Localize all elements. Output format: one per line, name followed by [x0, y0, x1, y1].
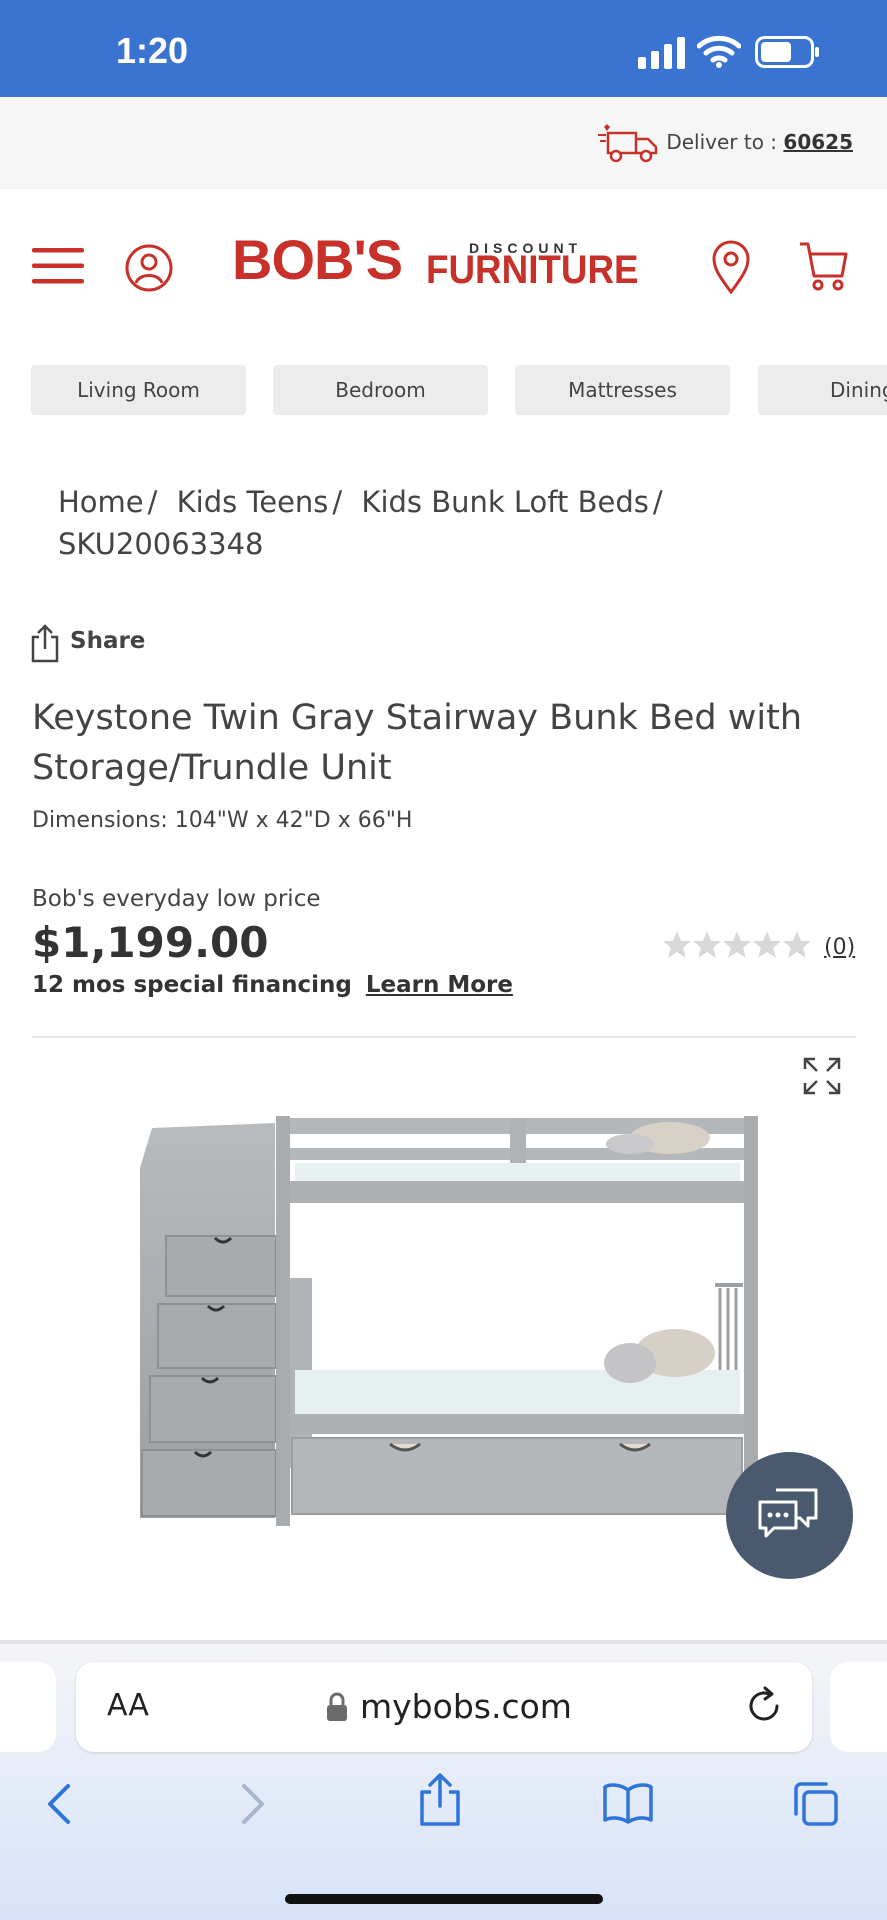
next-tab-pill[interactable]	[830, 1662, 887, 1752]
breadcrumb: Home / Kids Teens / Kids Bunk Loft Beds / S…	[58, 481, 818, 565]
url-text[interactable]: mybobs.com	[360, 1687, 572, 1726]
logo-bobs: BOB'S	[232, 228, 403, 291]
breadcrumb-separator: /	[147, 485, 158, 519]
learn-more-link[interactable]: Learn More	[366, 972, 513, 998]
category-dining[interactable]: Dining	[758, 365, 887, 415]
signal-icon	[638, 37, 685, 69]
breadcrumb-separator: /	[332, 485, 343, 519]
back-icon[interactable]	[44, 1782, 72, 1826]
forward-icon[interactable]	[240, 1782, 268, 1826]
product-price: $1,199.00	[32, 918, 269, 967]
product-dimensions: Dimensions: 104"W x 42"D x 66"H	[32, 808, 413, 833]
financing-info: 12 mos special financing Learn More	[32, 972, 513, 998]
share-sheet-icon[interactable]	[418, 1772, 462, 1828]
delivery-zip[interactable]: 60625	[783, 130, 853, 154]
product-title: Keystone Twin Gray Stairway Bunk Bed wit…	[32, 698, 803, 788]
share-button[interactable]: Share	[70, 628, 145, 654]
chat-button[interactable]	[726, 1452, 853, 1579]
divider	[32, 1036, 856, 1038]
wifi-icon	[697, 35, 741, 68]
category-bedroom[interactable]: Bedroom	[273, 365, 488, 415]
product-image[interactable]	[130, 1108, 770, 1528]
reload-icon[interactable]	[747, 1686, 783, 1724]
breadcrumb-kids-bunk-loft-beds[interactable]: Kids Bunk Loft Beds	[361, 485, 648, 519]
star-rating-icon	[663, 931, 811, 958]
tabs-icon[interactable]	[792, 1780, 840, 1828]
bookmarks-icon[interactable]	[602, 1782, 654, 1824]
breadcrumb-home[interactable]: Home	[58, 485, 144, 519]
breadcrumb-kids-teens[interactable]: Kids Teens	[177, 485, 329, 519]
price-label: Bob's everyday low price	[32, 886, 321, 912]
category-mattresses[interactable]: Mattresses	[515, 365, 730, 415]
rating-stars[interactable]	[662, 930, 812, 968]
delivery-label: Deliver to :	[666, 130, 778, 154]
status-bar: 1:20	[0, 0, 887, 97]
lock-icon	[327, 1692, 347, 1721]
home-indicator[interactable]	[285, 1894, 603, 1904]
breadcrumb-sku: SKU20063348	[58, 527, 264, 561]
account-icon[interactable]	[124, 243, 174, 293]
share-icon[interactable]	[30, 623, 60, 663]
category-living-room[interactable]: Living Room	[31, 365, 246, 415]
previous-tab-pill[interactable]	[0, 1662, 56, 1752]
delivery-bar: Deliver to : 60625	[0, 97, 887, 189]
store-location-icon[interactable]	[711, 240, 751, 294]
delivery-text[interactable]: Deliver to : 60625	[666, 130, 853, 154]
menu-icon[interactable]	[32, 248, 84, 284]
logo-furniture: FURNITURE	[426, 248, 639, 292]
chat-icon	[758, 1488, 818, 1538]
status-time: 1:20	[116, 30, 189, 71]
breadcrumb-separator: /	[652, 485, 663, 519]
text-size-button[interactable]: AA	[107, 1688, 149, 1723]
financing-text: 12 mos special financing	[32, 972, 352, 998]
review-count[interactable]: (0)	[824, 935, 855, 960]
delivery-truck-icon	[598, 124, 658, 163]
cart-icon[interactable]	[798, 240, 848, 292]
battery-icon	[755, 36, 819, 68]
expand-icon[interactable]	[803, 1057, 841, 1095]
